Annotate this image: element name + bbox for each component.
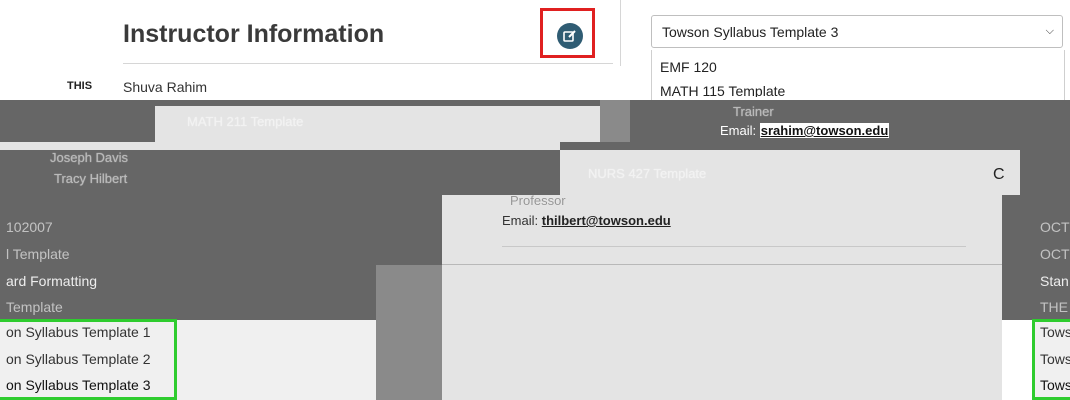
template-list-item[interactable]: l Template (6, 246, 70, 262)
second-instructor-email-link[interactable]: thilbert@towson.edu (542, 213, 671, 228)
template-list-item[interactable]: Tows (1040, 351, 1070, 367)
list-item: NURS 427 Template (588, 166, 707, 181)
email-prefix: Email: (720, 123, 757, 138)
title-divider (123, 63, 613, 64)
page-title: Instructor Information (123, 20, 385, 48)
template-list-item[interactable]: on Syllabus Template 3 (6, 377, 151, 393)
template-list-item[interactable]: OCT (1040, 246, 1070, 262)
instructor-email-row: Email: srahim@towson.edu (720, 123, 890, 138)
overlay-band (600, 100, 630, 142)
dropdown-option[interactable]: EMF 120 (660, 59, 717, 75)
overlay-band (0, 142, 560, 150)
template-list-item[interactable]: Tows (1040, 324, 1070, 340)
email-prefix: Email: (502, 213, 539, 228)
template-dropdown-list: EMF 120 MATH 115 Template (651, 50, 1065, 100)
overlay-band (376, 265, 442, 400)
template-list-item[interactable]: ard Formatting (6, 273, 97, 289)
template-select[interactable]: Towson Syllabus Template 3 ⌵ (651, 15, 1063, 48)
dropdown-option[interactable]: MATH 115 Template (660, 83, 785, 97)
instructor-email-link[interactable]: srahim@towson.edu (759, 123, 890, 138)
caret-icon: C (993, 166, 1005, 183)
edit-icon (563, 30, 576, 42)
instructor-name: Shuva Rahim (123, 79, 208, 95)
template-list-item[interactable]: THE (1040, 299, 1068, 315)
edit-button[interactable] (557, 23, 583, 49)
chevron-down-icon: ⌵ (1045, 25, 1054, 37)
column-divider (620, 0, 621, 66)
template-list-item[interactable]: Tows (1040, 377, 1070, 393)
instructor-title: Trainer (733, 104, 774, 119)
template-select-value: Towson Syllabus Template 3 (662, 24, 839, 40)
template-list-item[interactable]: 102007 (6, 219, 53, 235)
template-list-item[interactable]: Template (6, 299, 63, 315)
template-list-item[interactable]: Stan (1040, 273, 1069, 289)
list-item: Tracy Hilbert (54, 171, 128, 186)
second-instructor-title: Professor (510, 193, 566, 208)
template-list-item[interactable]: OCT (1040, 219, 1070, 235)
template-list-item[interactable]: on Syllabus Template 1 (6, 324, 151, 340)
list-item: MATH 211 Template (187, 114, 304, 129)
instructor-label: THIS (67, 80, 93, 92)
second-instructor-email-row: Email: thilbert@towson.edu (502, 213, 671, 228)
divider (442, 264, 1002, 265)
divider (502, 246, 966, 247)
list-item: Joseph Davis (50, 150, 129, 165)
template-list-item[interactable]: on Syllabus Template 2 (6, 351, 151, 367)
